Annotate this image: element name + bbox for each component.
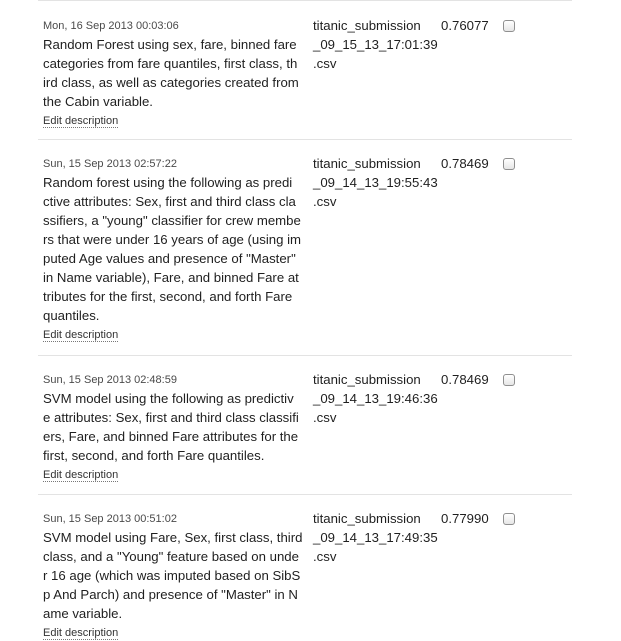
- submission-score: 0.76077: [441, 18, 489, 33]
- submission-date: Mon, 16 Sep 2013 00:03:06: [43, 20, 179, 32]
- submission-description-cell: Sun, 15 Sep 2013 02:57:22 Random forest …: [43, 140, 305, 343]
- submission-date: Sun, 15 Sep 2013 02:48:59: [43, 374, 177, 386]
- select-submission-checkbox[interactable]: [503, 374, 515, 386]
- select-submission-cell: [503, 513, 515, 525]
- select-submission-checkbox[interactable]: [503, 513, 515, 525]
- select-submission-cell: [503, 20, 515, 32]
- submission-score: 0.78469: [441, 372, 489, 387]
- submission-filename: titanic_submission _09_14_13_19:55:43 .c…: [313, 156, 438, 209]
- submission-score: 0.77990: [441, 511, 489, 526]
- select-submission-cell: [503, 158, 515, 170]
- submission-date: Sun, 15 Sep 2013 00:51:02: [43, 513, 177, 525]
- edit-description-link[interactable]: Edit description: [43, 329, 119, 342]
- submission-description-cell: Sun, 15 Sep 2013 02:48:59 SVM model usin…: [43, 356, 305, 483]
- submission-filename: titanic_submission _09_15_13_17:01:39 .c…: [313, 18, 438, 71]
- submission-description: Random Forest using sex, fare, binned fa…: [43, 37, 299, 109]
- submission-date: Sun, 15 Sep 2013 02:57:22: [43, 158, 177, 170]
- submission-row: Sun, 15 Sep 2013 02:48:59 SVM model usin…: [38, 356, 572, 495]
- submission-row: Mon, 16 Sep 2013 00:03:06 Random Forest …: [38, 2, 572, 140]
- edit-description-link[interactable]: Edit description: [43, 115, 119, 128]
- submission-row: Sun, 15 Sep 2013 00:51:02 SVM model usin…: [38, 495, 572, 640]
- submission-score: 0.78469: [441, 156, 489, 171]
- submission-filename: titanic_submission _09_14_13_19:46:36 .c…: [313, 372, 438, 425]
- select-submission-checkbox[interactable]: [503, 20, 515, 32]
- select-submission-cell: [503, 374, 515, 386]
- top-divider: [38, 0, 572, 1]
- submission-description: SVM model using Fare, Sex, first class, …: [43, 530, 303, 621]
- submission-description: Random forest using the following as pre…: [43, 175, 302, 323]
- edit-description-link[interactable]: Edit description: [43, 627, 119, 640]
- submission-description: SVM model using the following as predict…: [43, 391, 299, 463]
- submission-description-cell: Mon, 16 Sep 2013 00:03:06 Random Forest …: [43, 2, 305, 129]
- submission-description-cell: Sun, 15 Sep 2013 00:51:02 SVM model usin…: [43, 495, 305, 641]
- submission-filename: titanic_submission _09_14_13_17:49:35 .c…: [313, 511, 438, 564]
- edit-description-link[interactable]: Edit description: [43, 469, 119, 482]
- submission-row: Sun, 15 Sep 2013 02:57:22 Random forest …: [38, 140, 572, 356]
- select-submission-checkbox[interactable]: [503, 158, 515, 170]
